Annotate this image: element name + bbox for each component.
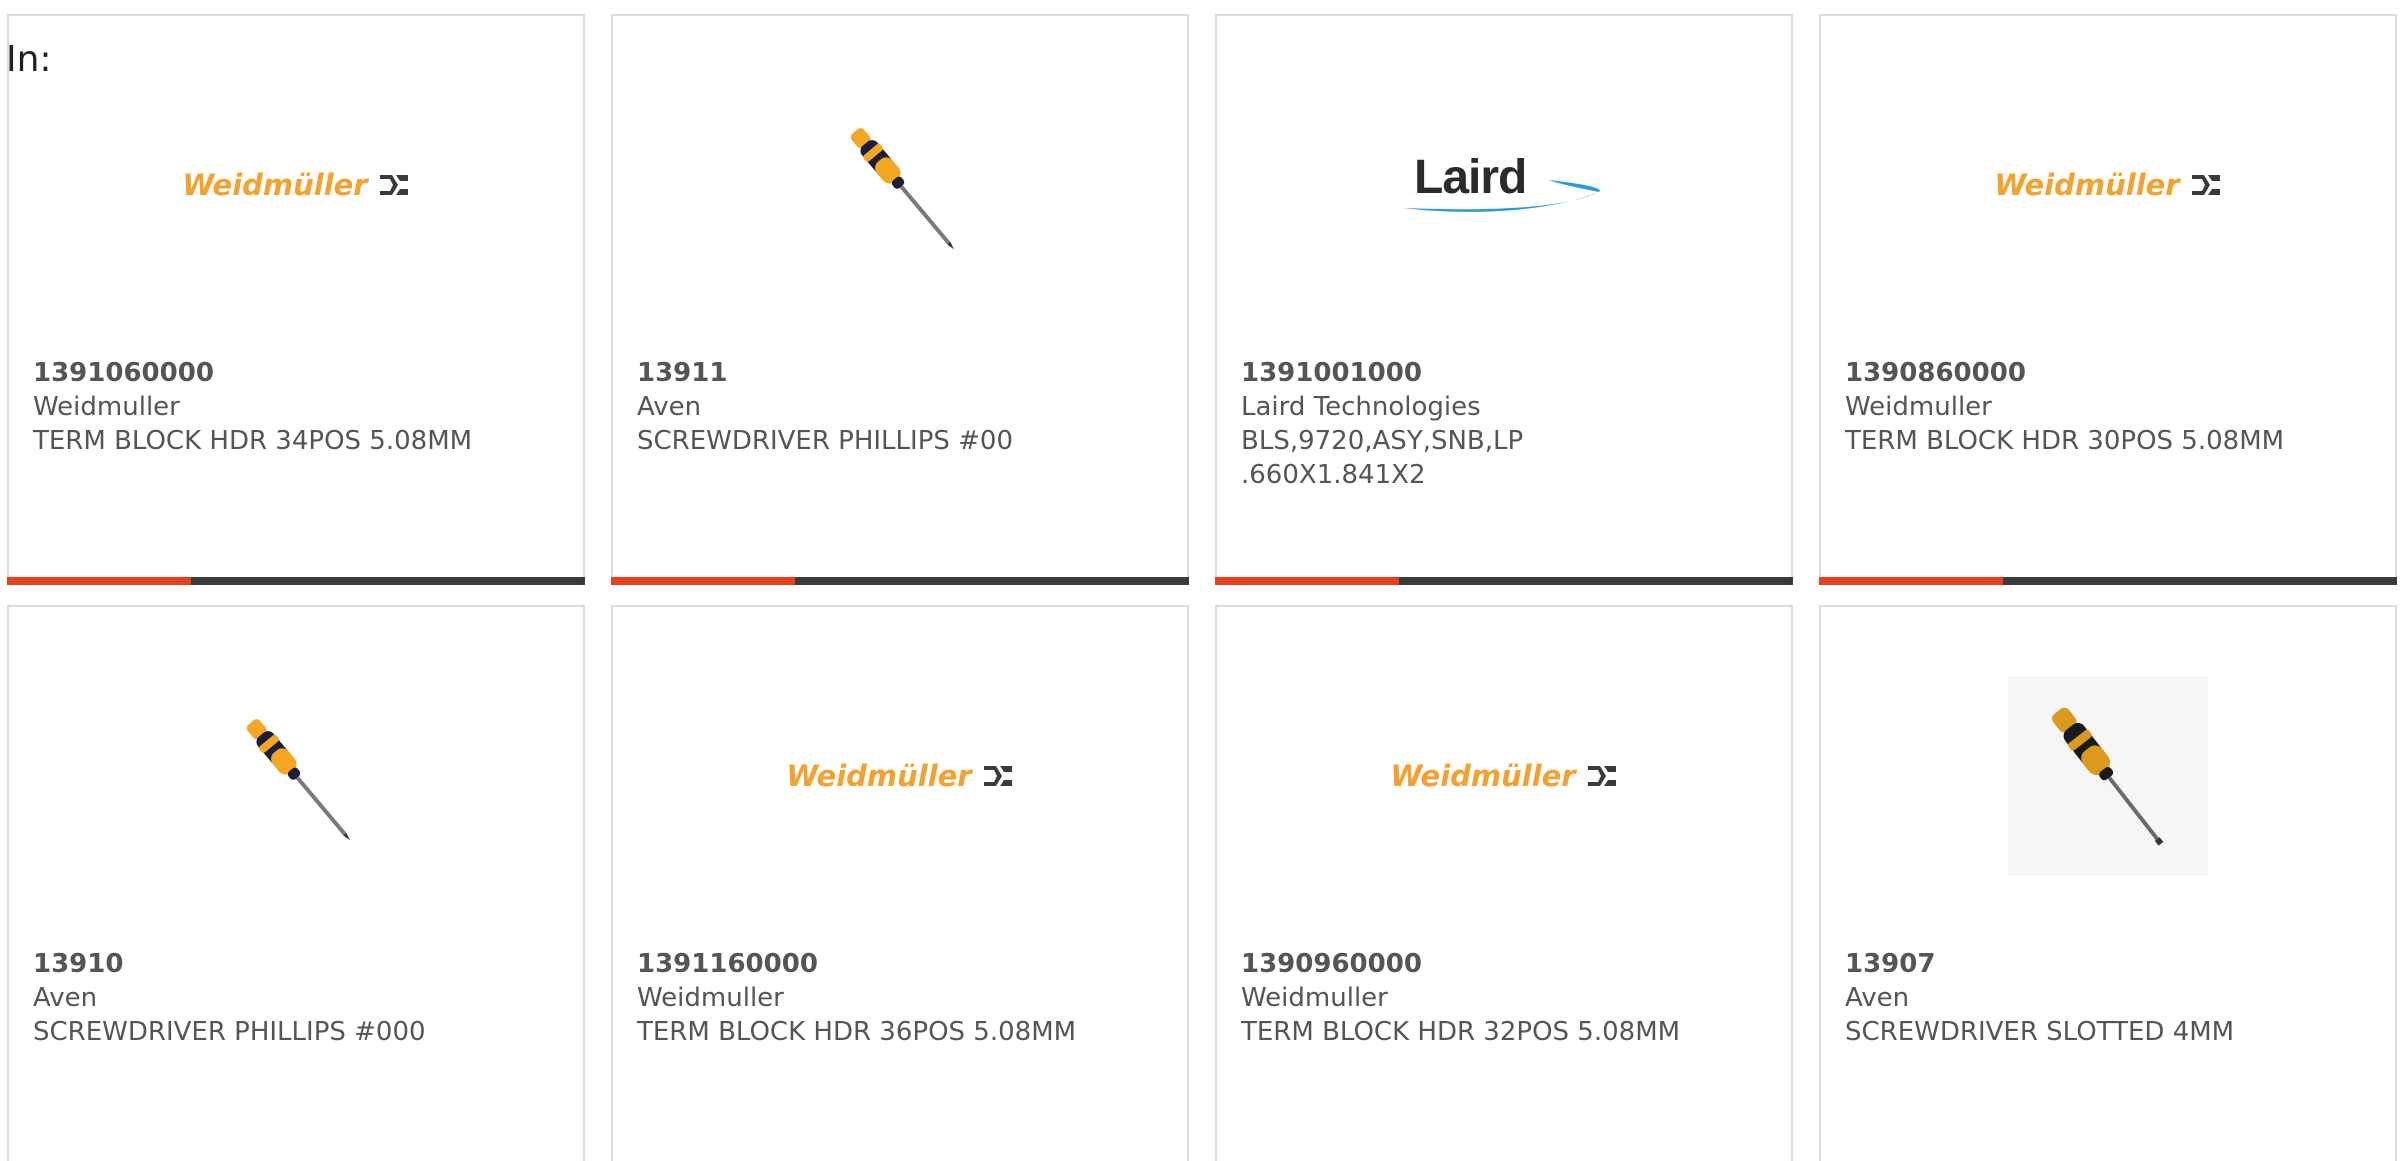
part-number[interactable]: 1390860000 bbox=[1845, 356, 2375, 390]
in-label: In: bbox=[6, 39, 52, 80]
part-number[interactable]: 13911 bbox=[637, 356, 1167, 390]
product-image[interactable]: Weidmüller bbox=[613, 651, 1187, 901]
logo-wordmark: Weidmüller bbox=[786, 759, 972, 793]
part-number[interactable]: 13907 bbox=[1845, 947, 2375, 981]
product-image[interactable]: Weidmüller bbox=[1217, 651, 1791, 901]
weidmuller-logo: Weidmüller bbox=[182, 168, 409, 202]
weidmuller-mark-icon bbox=[2191, 175, 2220, 195]
product-info: 13910 Aven SCREWDRIVER PHILLIPS #000 bbox=[33, 947, 563, 1049]
screwdriver-icon bbox=[850, 128, 954, 250]
weidmuller-mark-icon bbox=[379, 175, 408, 195]
manufacturer-name: Aven bbox=[637, 392, 702, 422]
product-card[interactable]: Weidmüller 1391160000 Weidmuller TERM BL… bbox=[611, 605, 1189, 1161]
product-description: SCREWDRIVER PHILLIPS #000 bbox=[33, 1017, 426, 1047]
product-description: TERM BLOCK HDR 34POS 5.08MM bbox=[33, 426, 473, 456]
card-accent-bar bbox=[1215, 577, 1793, 585]
product-description: TERM BLOCK HDR 30POS 5.08MM bbox=[1845, 426, 2285, 456]
manufacturer-name: Laird Technologies bbox=[1241, 392, 1481, 422]
product-description: SCREWDRIVER SLOTTED 4MM bbox=[1845, 1017, 2235, 1047]
product-card[interactable]: 13911 Aven SCREWDRIVER PHILLIPS #00 bbox=[611, 14, 1189, 585]
product-grid: In: Weidmüller 1391060000 Weidmuller TER… bbox=[0, 0, 2400, 1161]
manufacturer-name: Weidmuller bbox=[1845, 392, 1992, 422]
product-card[interactable]: Weidmüller 1390960000 Weidmuller TERM BL… bbox=[1215, 605, 1793, 1161]
logo-wordmark: Weidmüller bbox=[1390, 759, 1576, 793]
card-accent-bar bbox=[611, 577, 1189, 585]
product-image[interactable] bbox=[613, 60, 1187, 310]
product-description: BLS,9720,ASY,SNB,LP .660X1.841X2 bbox=[1241, 426, 1524, 490]
part-number[interactable]: 1391060000 bbox=[33, 356, 563, 390]
product-info: 1390860000 Weidmuller TERM BLOCK HDR 30P… bbox=[1845, 356, 2375, 458]
part-number[interactable]: 13910 bbox=[33, 947, 563, 981]
product-card[interactable]: Weidmüller 1390860000 Weidmuller TERM BL… bbox=[1819, 14, 2397, 585]
product-image[interactable] bbox=[9, 651, 583, 901]
weidmuller-mark-icon bbox=[1587, 766, 1616, 786]
product-description: SCREWDRIVER PHILLIPS #00 bbox=[637, 426, 1014, 456]
manufacturer-name: Aven bbox=[1845, 983, 1910, 1013]
screwdriver-icon bbox=[2008, 676, 2208, 876]
product-description: TERM BLOCK HDR 36POS 5.08MM bbox=[637, 1017, 1077, 1047]
accent-segment bbox=[611, 577, 795, 585]
product-info: 13911 Aven SCREWDRIVER PHILLIPS #00 bbox=[637, 356, 1167, 458]
part-number[interactable]: 1390960000 bbox=[1241, 947, 1771, 981]
weidmuller-logo: Weidmüller bbox=[1390, 759, 1617, 793]
manufacturer-name: Weidmuller bbox=[1241, 983, 1388, 1013]
product-description: TERM BLOCK HDR 32POS 5.08MM bbox=[1241, 1017, 1681, 1047]
product-image[interactable]: Weidmüller bbox=[9, 60, 583, 310]
weidmuller-logo: Weidmüller bbox=[1994, 168, 2221, 202]
laird-swoosh-icon bbox=[1403, 180, 1600, 212]
product-image[interactable]: Laird bbox=[1217, 60, 1791, 310]
product-card[interactable]: 13907 Aven SCREWDRIVER SLOTTED 4MM bbox=[1819, 605, 2397, 1161]
product-card[interactable]: Laird 1391001000 Laird Technologies BLS,… bbox=[1215, 14, 1793, 585]
logo-wordmark: Weidmüller bbox=[182, 168, 368, 202]
accent-segment bbox=[1215, 577, 1399, 585]
product-info: 1391160000 Weidmuller TERM BLOCK HDR 36P… bbox=[637, 947, 1167, 1049]
product-info: 1391060000 Weidmuller TERM BLOCK HDR 34P… bbox=[33, 356, 563, 458]
weidmuller-logo: Weidmüller bbox=[786, 759, 1013, 793]
accent-segment bbox=[1819, 577, 2003, 585]
accent-segment bbox=[7, 577, 191, 585]
card-accent-bar bbox=[7, 577, 585, 585]
product-image[interactable] bbox=[1821, 651, 2395, 901]
logo-wordmark: Weidmüller bbox=[1994, 168, 2180, 202]
product-card[interactable]: 13910 Aven SCREWDRIVER PHILLIPS #000 bbox=[7, 605, 585, 1161]
manufacturer-name: Weidmuller bbox=[637, 983, 784, 1013]
product-info: 13907 Aven SCREWDRIVER SLOTTED 4MM bbox=[1845, 947, 2375, 1049]
part-number[interactable]: 1391001000 bbox=[1241, 356, 1771, 390]
manufacturer-name: Aven bbox=[33, 983, 98, 1013]
product-info: 1391001000 Laird Technologies BLS,9720,A… bbox=[1241, 356, 1771, 492]
product-image[interactable]: Weidmüller bbox=[1821, 60, 2395, 310]
card-accent-bar bbox=[1819, 577, 2397, 585]
laird-logo: Laird bbox=[1399, 150, 1609, 220]
weidmuller-mark-icon bbox=[983, 766, 1012, 786]
product-card[interactable]: Weidmüller 1391060000 Weidmuller TERM BL… bbox=[7, 14, 585, 585]
manufacturer-name: Weidmuller bbox=[33, 392, 180, 422]
product-info: 1390960000 Weidmuller TERM BLOCK HDR 32P… bbox=[1241, 947, 1771, 1049]
screwdriver-icon bbox=[246, 719, 350, 841]
part-number[interactable]: 1391160000 bbox=[637, 947, 1167, 981]
